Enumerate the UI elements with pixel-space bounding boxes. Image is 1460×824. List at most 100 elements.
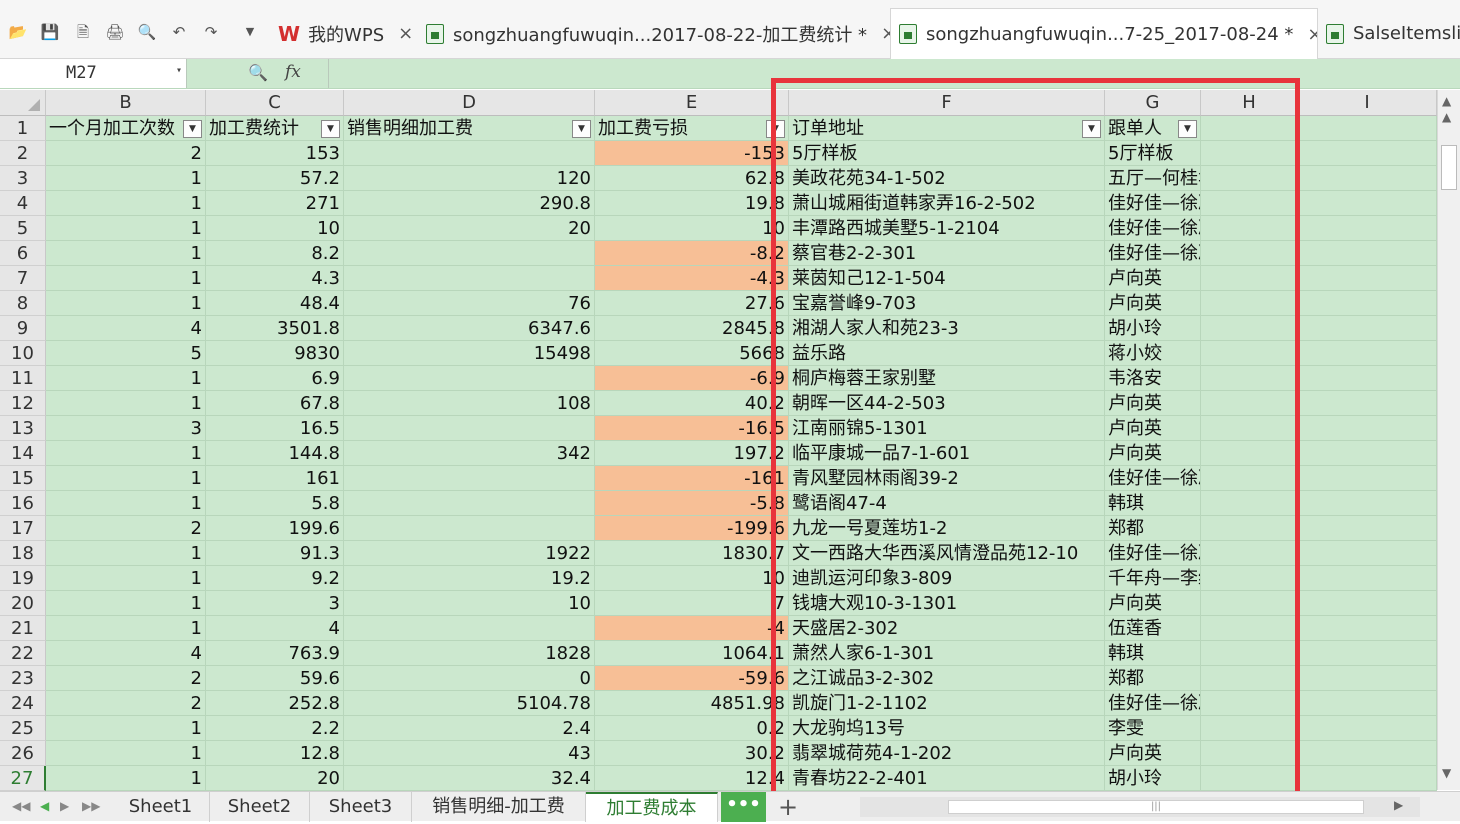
table-cell[interactable] xyxy=(1298,766,1437,791)
first-sheet-icon[interactable]: ◀◀ xyxy=(12,799,30,813)
table-cell[interactable]: 临平康城一品7-1-601 xyxy=(789,441,1105,466)
table-cell[interactable]: 197.2 xyxy=(595,441,789,466)
table-cell[interactable] xyxy=(1201,366,1298,391)
table-cell[interactable]: 6.9 xyxy=(206,366,344,391)
table-cell[interactable] xyxy=(1201,191,1298,216)
row-header[interactable]: 19 xyxy=(0,566,46,591)
row-header[interactable]: 22 xyxy=(0,641,46,666)
column-header[interactable]: D xyxy=(344,90,595,116)
table-cell[interactable]: 卢向英 xyxy=(1105,741,1201,766)
table-cell[interactable]: 蔡官巷2-2-301 xyxy=(789,241,1105,266)
table-cell[interactable] xyxy=(1298,416,1437,441)
undo-icon[interactable]: ↶ xyxy=(169,22,189,42)
table-cell[interactable]: 1 xyxy=(46,616,206,641)
row-header[interactable]: 13 xyxy=(0,416,46,441)
tab-file-2017-08-24[interactable]: songzhuangfuwuqin...7-25_2017-08-24 * × xyxy=(890,8,1318,59)
table-cell[interactable]: 20 xyxy=(206,766,344,791)
table-cell[interactable] xyxy=(344,416,595,441)
table-cell[interactable]: 李雯 xyxy=(1105,716,1201,741)
column-header[interactable]: E xyxy=(595,90,789,116)
table-cell[interactable]: 萧然人家6-1-301 xyxy=(789,641,1105,666)
header-cell[interactable] xyxy=(1298,116,1437,141)
table-cell[interactable] xyxy=(1298,341,1437,366)
close-icon[interactable]: × xyxy=(398,23,413,44)
table-cell[interactable]: 五厅—何桂华 xyxy=(1105,166,1201,191)
table-cell[interactable]: 144.8 xyxy=(206,441,344,466)
table-cell[interactable]: 0 xyxy=(344,666,595,691)
table-cell[interactable]: 迪凯运河印象3-809 xyxy=(789,566,1105,591)
table-cell[interactable]: 郑都 xyxy=(1105,516,1201,541)
header-cell[interactable] xyxy=(1201,116,1298,141)
table-cell[interactable]: 199.6 xyxy=(206,516,344,541)
table-cell[interactable] xyxy=(1201,166,1298,191)
table-cell[interactable] xyxy=(1298,391,1437,416)
table-cell[interactable]: 120 xyxy=(344,166,595,191)
next-sheet-icon[interactable]: ▶ xyxy=(60,799,69,813)
table-cell[interactable]: 9.2 xyxy=(206,566,344,591)
horizontal-scrollbar[interactable]: ||| xyxy=(860,797,1420,817)
table-cell[interactable]: 鹭语阁47-4 xyxy=(789,491,1105,516)
table-cell[interactable] xyxy=(344,366,595,391)
table-cell[interactable]: 佳好佳—徐凌玲 xyxy=(1105,541,1201,566)
print-preview-icon[interactable]: 🔍 xyxy=(137,22,157,42)
table-cell[interactable] xyxy=(1298,166,1437,191)
table-cell[interactable]: 10 xyxy=(344,591,595,616)
sheet-tab-sales-detail[interactable]: 销售明细-加工费 xyxy=(412,792,586,822)
table-cell[interactable] xyxy=(1201,566,1298,591)
table-cell[interactable]: 2 xyxy=(46,516,206,541)
table-cell[interactable] xyxy=(1298,716,1437,741)
table-cell[interactable]: 1 xyxy=(46,766,206,791)
table-cell[interactable] xyxy=(1201,616,1298,641)
table-cell[interactable]: 48.4 xyxy=(206,291,344,316)
table-cell[interactable]: 1 xyxy=(46,191,206,216)
table-cell[interactable]: 1 xyxy=(46,566,206,591)
scroll-thumb[interactable]: ||| xyxy=(948,800,1364,814)
row-header[interactable]: 17 xyxy=(0,516,46,541)
table-cell[interactable] xyxy=(1298,291,1437,316)
table-cell[interactable]: 15498 xyxy=(344,341,595,366)
column-header[interactable]: F xyxy=(789,90,1105,116)
table-cell[interactable]: 5厅样板 xyxy=(1105,141,1201,166)
table-cell[interactable] xyxy=(344,516,595,541)
table-cell[interactable]: 4 xyxy=(46,316,206,341)
table-cell[interactable] xyxy=(1298,741,1437,766)
table-cell[interactable]: 韦洛安 xyxy=(1105,366,1201,391)
prev-sheet-icon[interactable]: ◀ xyxy=(40,799,49,813)
filter-dropdown-icon[interactable]: ▼ xyxy=(321,120,340,138)
sheet-tab-sheet2[interactable]: Sheet2 xyxy=(210,792,310,822)
table-cell[interactable]: 佳好佳—徐凌玲 xyxy=(1105,466,1201,491)
table-cell[interactable] xyxy=(1298,316,1437,341)
table-cell[interactable] xyxy=(1298,191,1437,216)
table-cell[interactable] xyxy=(1201,216,1298,241)
row-header[interactable]: 7 xyxy=(0,266,46,291)
table-cell[interactable]: 千年舟—李绍敏 xyxy=(1105,566,1201,591)
header-cell[interactable]: 加工费统计 ▼ xyxy=(206,116,344,141)
row-header[interactable]: 21 xyxy=(0,616,46,641)
table-cell[interactable] xyxy=(1201,341,1298,366)
row-header[interactable]: 6 xyxy=(0,241,46,266)
scroll-right-icon[interactable]: ▶ xyxy=(1394,798,1403,812)
table-cell[interactable]: 朝晖一区44-2-503 xyxy=(789,391,1105,416)
table-cell[interactable]: 62.8 xyxy=(595,166,789,191)
print-icon[interactable]: 🖨 xyxy=(105,22,125,42)
table-cell[interactable] xyxy=(1201,641,1298,666)
row-header[interactable]: 1 xyxy=(0,116,46,141)
table-cell[interactable] xyxy=(1298,441,1437,466)
save-icon[interactable]: 💾 xyxy=(40,22,60,42)
table-cell[interactable]: 4 xyxy=(46,641,206,666)
table-cell[interactable]: 27.6 xyxy=(595,291,789,316)
tab-salseitemslis[interactable]: SalseItemslis xyxy=(1318,8,1460,59)
table-cell[interactable]: 2 xyxy=(46,141,206,166)
table-cell[interactable]: -4.3 xyxy=(595,266,789,291)
table-cell[interactable]: 5668 xyxy=(595,341,789,366)
table-cell[interactable]: 佳好佳—徐凌玲 xyxy=(1105,216,1201,241)
table-cell[interactable]: 4.3 xyxy=(206,266,344,291)
table-cell[interactable]: 153 xyxy=(206,141,344,166)
table-cell[interactable]: 卢向英 xyxy=(1105,291,1201,316)
scroll-up-icon[interactable]: ▲ xyxy=(1442,110,1451,124)
redo-icon[interactable]: ↷ xyxy=(201,22,221,42)
table-cell[interactable]: 32.4 xyxy=(344,766,595,791)
scroll-down-icon[interactable]: ▼ xyxy=(1442,766,1451,780)
table-cell[interactable]: 凯旋门1-2-1102 xyxy=(789,691,1105,716)
table-cell[interactable]: -6.9 xyxy=(595,366,789,391)
